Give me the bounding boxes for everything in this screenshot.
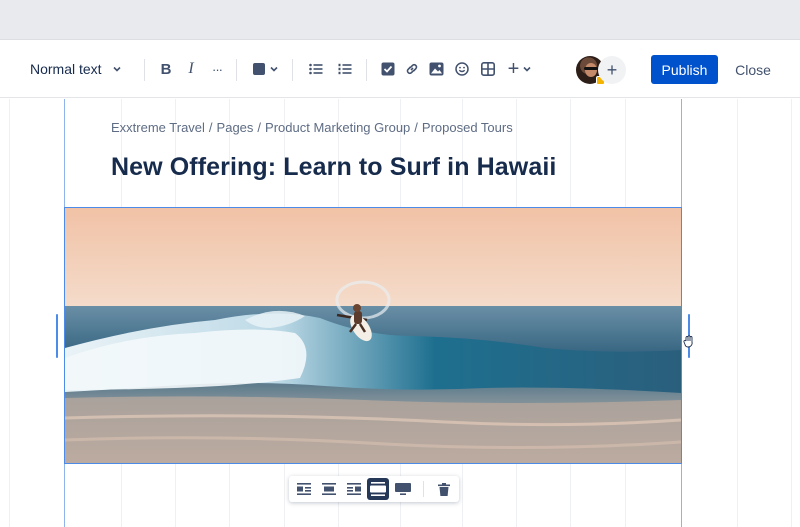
browser-top-strip (0, 0, 800, 40)
breadcrumb-separator: / (208, 120, 213, 135)
avatar-face (585, 63, 597, 77)
publish-button[interactable]: Publish (651, 55, 718, 84)
text-color-button[interactable] (248, 40, 282, 98)
resize-cursor-icon (683, 335, 693, 348)
numbered-list-button[interactable] (333, 40, 357, 98)
avatar-glasses (584, 67, 598, 70)
bullet-list-button[interactable] (304, 40, 328, 98)
link-button[interactable] (400, 40, 424, 98)
delete-image-button[interactable] (433, 478, 455, 500)
resize-handle-left[interactable] (56, 314, 58, 358)
italic-button[interactable]: I (179, 40, 203, 98)
bullet-list-icon (309, 63, 323, 75)
toolbar-divider (236, 59, 237, 81)
editor-canvas[interactable]: Exxtreme Travel / Pages / Product Marketing … (0, 99, 800, 527)
chevron-down-icon (523, 66, 531, 72)
task-checkbox-icon (381, 62, 395, 76)
breadcrumb-separator: / (257, 120, 262, 135)
bold-button[interactable]: B (154, 40, 178, 98)
surf-image[interactable] (64, 207, 682, 464)
emoji-button[interactable] (450, 40, 474, 98)
toolbar-divider (423, 481, 425, 497)
text-color-icon (252, 63, 265, 75)
full-width-icon (395, 483, 412, 495)
task-checkbox-button[interactable] (376, 40, 400, 98)
editor-page: Normal text B I ··· + + Publish Close Ex… (0, 0, 800, 527)
table-icon (481, 62, 495, 76)
link-icon (406, 63, 418, 75)
delete-icon (438, 482, 451, 496)
breadcrumb-item[interactable]: Pages (217, 120, 254, 135)
toolbar-divider (144, 59, 145, 81)
full-width-button[interactable] (392, 478, 414, 500)
insert-plus-icon: + (507, 58, 520, 80)
emoji-icon (455, 62, 469, 76)
breadcrumb-item[interactable]: Exxtreme Travel (111, 120, 205, 135)
wrap-right-icon (346, 483, 361, 495)
more-formatting-button[interactable]: ··· (205, 40, 229, 98)
wrap-left-icon (296, 483, 311, 495)
wide-icon (370, 482, 387, 496)
insert-button[interactable]: + (503, 40, 537, 98)
image-toolbar (289, 476, 459, 502)
wrap-right-button[interactable] (343, 478, 365, 500)
numbered-list-icon (338, 63, 352, 75)
layout-gridline (791, 99, 792, 527)
layout-gridline (737, 99, 738, 527)
align-center-icon (321, 483, 336, 495)
close-button[interactable]: Close (728, 55, 778, 84)
align-center-button[interactable] (318, 478, 340, 500)
image-icon (429, 62, 443, 76)
wide-button[interactable] (367, 478, 390, 500)
chevron-down-icon (113, 66, 121, 72)
breadcrumb: Exxtreme Travel / Pages / Product Marketing … (111, 120, 513, 135)
chevron-down-icon (269, 66, 278, 72)
text-style-dropdown[interactable]: Normal text (22, 40, 134, 98)
breadcrumb-item[interactable]: Proposed Tours (422, 120, 513, 135)
layout-gridline (9, 99, 10, 527)
toolbar-divider (366, 59, 367, 81)
toolbar-divider (292, 59, 293, 81)
breadcrumb-item[interactable]: Product Marketing Group (265, 120, 410, 135)
wrap-left-button[interactable] (293, 478, 315, 500)
table-button[interactable] (476, 40, 500, 98)
add-collaborator-button[interactable]: + (598, 56, 626, 84)
page-title[interactable]: New Offering: Learn to Surf in Hawaii (111, 153, 556, 182)
text-style-label: Normal text (30, 61, 102, 77)
breadcrumb-separator: / (414, 120, 418, 135)
surfer-photo (65, 208, 681, 463)
image-button[interactable] (424, 40, 448, 98)
